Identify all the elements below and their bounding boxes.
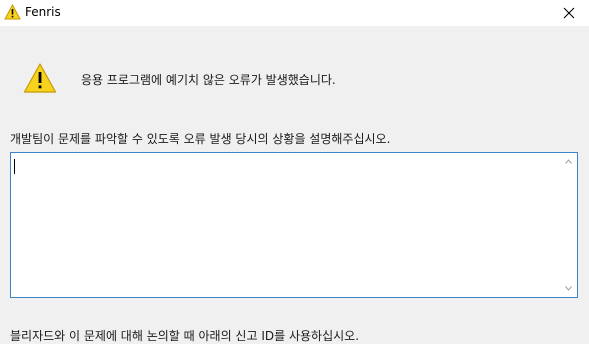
text-caret [14, 159, 15, 174]
description-textarea[interactable] [13, 156, 561, 294]
scroll-down-button[interactable] [560, 280, 577, 297]
chevron-up-icon [565, 159, 572, 164]
close-button[interactable] [549, 0, 589, 26]
description-textarea-container[interactable] [10, 152, 578, 298]
report-id-instruction: 블리자드와 이 문제에 대해 논의할 때 아래의 신고 ID를 사용하십시오. [10, 329, 360, 343]
vertical-scrollbar[interactable] [560, 153, 577, 297]
scroll-up-button[interactable] [560, 153, 577, 170]
error-message: 응용 프로그램에 예기치 않은 오류가 발생했습니다. [81, 73, 336, 87]
warning-icon [23, 63, 57, 93]
title-bar: Fenris [0, 0, 589, 26]
description-prompt: 개발팀이 문제를 파악할 수 있도록 오류 발생 당시의 상황을 설명해주십시오… [10, 132, 391, 146]
window-title: Fenris [25, 5, 61, 19]
chevron-down-icon [565, 286, 572, 291]
close-icon [563, 7, 575, 19]
warning-icon [4, 4, 21, 20]
